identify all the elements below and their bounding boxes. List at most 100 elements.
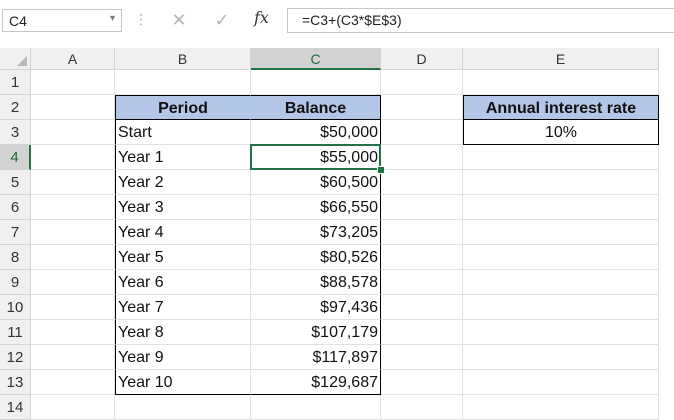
- column-header-e[interactable]: E: [463, 48, 659, 70]
- row-header-7[interactable]: 7: [0, 220, 31, 245]
- cell-d12[interactable]: [381, 345, 463, 370]
- table-cell-period[interactable]: Year 9: [115, 345, 251, 370]
- insert-function-icon[interactable]: fx: [254, 8, 269, 27]
- row-header-3[interactable]: 3: [0, 120, 31, 145]
- cell-c14[interactable]: [251, 395, 381, 420]
- cell-e1[interactable]: [463, 70, 659, 95]
- rate-value[interactable]: 10%: [463, 120, 659, 145]
- table-cell-balance[interactable]: $73,205: [251, 220, 381, 245]
- name-box[interactable]: C4 ▾: [2, 9, 122, 32]
- select-all-button[interactable]: [0, 48, 31, 70]
- row-header-14[interactable]: 14: [0, 395, 31, 420]
- cell-d13[interactable]: [381, 370, 463, 395]
- cell-a1[interactable]: [31, 70, 115, 95]
- cell-a12[interactable]: [31, 345, 115, 370]
- row-header-4[interactable]: 4: [0, 145, 31, 170]
- rate-header[interactable]: Annual interest rate: [463, 95, 659, 120]
- fill-handle[interactable]: [377, 166, 385, 174]
- table-cell-period[interactable]: Year 4: [115, 220, 251, 245]
- table-cell-period[interactable]: Year 10: [115, 370, 251, 395]
- column-header-c[interactable]: C: [251, 48, 381, 70]
- row-header-1[interactable]: 1: [0, 70, 31, 95]
- cell-a14[interactable]: [31, 395, 115, 420]
- table-cell-period[interactable]: Year 7: [115, 295, 251, 320]
- cell-e11[interactable]: [463, 320, 659, 345]
- table-cell-balance[interactable]: $55,000: [251, 145, 381, 170]
- row-header-6[interactable]: 6: [0, 195, 31, 220]
- cell-a10[interactable]: [31, 295, 115, 320]
- row-header-8[interactable]: 8: [0, 245, 31, 270]
- cell-a6[interactable]: [31, 195, 115, 220]
- cell-d5[interactable]: [381, 170, 463, 195]
- chevron-down-icon[interactable]: ▾: [110, 13, 115, 24]
- table-cell-balance[interactable]: $97,436: [251, 295, 381, 320]
- cell-a9[interactable]: [31, 270, 115, 295]
- cell-e14[interactable]: [463, 395, 659, 420]
- cell-e10[interactable]: [463, 295, 659, 320]
- row-header-2[interactable]: 2: [0, 95, 31, 120]
- cell-a11[interactable]: [31, 320, 115, 345]
- table-cell-period[interactable]: Year 8: [115, 320, 251, 345]
- row-header-9[interactable]: 9: [0, 270, 31, 295]
- row-header-12[interactable]: 12: [0, 345, 31, 370]
- cell-d8[interactable]: [381, 245, 463, 270]
- cell-d6[interactable]: [381, 195, 463, 220]
- table-cell-balance[interactable]: $107,179: [251, 320, 381, 345]
- cell-e6[interactable]: [463, 195, 659, 220]
- cell-d2[interactable]: [381, 95, 463, 120]
- table-cell-balance[interactable]: $88,578: [251, 270, 381, 295]
- cell-a4[interactable]: [31, 145, 115, 170]
- cell-a5[interactable]: [31, 170, 115, 195]
- table-cell-balance[interactable]: $66,550: [251, 195, 381, 220]
- table-cell-balance[interactable]: $117,897: [251, 345, 381, 370]
- cell-e13[interactable]: [463, 370, 659, 395]
- cancel-icon[interactable]: ✕: [165, 7, 193, 33]
- row-header-11[interactable]: 11: [0, 320, 31, 345]
- column-header-d[interactable]: D: [381, 48, 463, 70]
- cell-b14[interactable]: [115, 395, 251, 420]
- table-cell-period[interactable]: Year 1: [115, 145, 251, 170]
- cell-a3[interactable]: [31, 120, 115, 145]
- cell-d14[interactable]: [381, 395, 463, 420]
- cell-d10[interactable]: [381, 295, 463, 320]
- table-cell-balance[interactable]: $129,687: [251, 370, 381, 395]
- table-cell-period[interactable]: Year 6: [115, 270, 251, 295]
- cell-e7[interactable]: [463, 220, 659, 245]
- table-cell-period[interactable]: Start: [115, 120, 251, 145]
- cell-c1[interactable]: [251, 70, 381, 95]
- cell-e9[interactable]: [463, 270, 659, 295]
- cell-e4[interactable]: [463, 145, 659, 170]
- cell-a8[interactable]: [31, 245, 115, 270]
- table-header-period[interactable]: Period: [115, 95, 251, 120]
- name-box-value: C4: [9, 13, 27, 29]
- row-header-13[interactable]: 13: [0, 370, 31, 395]
- cell-d11[interactable]: [381, 320, 463, 345]
- cell-e8[interactable]: [463, 245, 659, 270]
- table-header-balance[interactable]: Balance: [251, 95, 381, 120]
- table-cell-balance[interactable]: $80,526: [251, 245, 381, 270]
- cell-e12[interactable]: [463, 345, 659, 370]
- table-cell-period[interactable]: Year 2: [115, 170, 251, 195]
- cell-b1[interactable]: [115, 70, 251, 95]
- cell-d7[interactable]: [381, 220, 463, 245]
- table-cell-period[interactable]: Year 3: [115, 195, 251, 220]
- enter-icon[interactable]: ✓: [208, 7, 236, 33]
- formula-input[interactable]: =C3+(C3*$E$3): [287, 8, 674, 33]
- cell-d1[interactable]: [381, 70, 463, 95]
- row-header-10[interactable]: 10: [0, 295, 31, 320]
- formula-bar-area: C4 ▾ ⋮ ✕ ✓ fx =C3+(C3*$E$3): [0, 0, 674, 44]
- cell-d9[interactable]: [381, 270, 463, 295]
- table-cell-balance[interactable]: $50,000: [251, 120, 381, 145]
- cell-e5[interactable]: [463, 170, 659, 195]
- cell-a2[interactable]: [31, 95, 115, 120]
- cell-d3[interactable]: [381, 120, 463, 145]
- cell-d4[interactable]: [381, 145, 463, 170]
- column-header-b[interactable]: B: [115, 48, 251, 70]
- table-cell-period[interactable]: Year 5: [115, 245, 251, 270]
- column-header-a[interactable]: A: [31, 48, 115, 70]
- cell-a13[interactable]: [31, 370, 115, 395]
- table-cell-balance[interactable]: $60,500: [251, 170, 381, 195]
- cell-a7[interactable]: [31, 220, 115, 245]
- drag-handle-icon[interactable]: ⋮: [134, 11, 148, 28]
- row-header-5[interactable]: 5: [0, 170, 31, 195]
